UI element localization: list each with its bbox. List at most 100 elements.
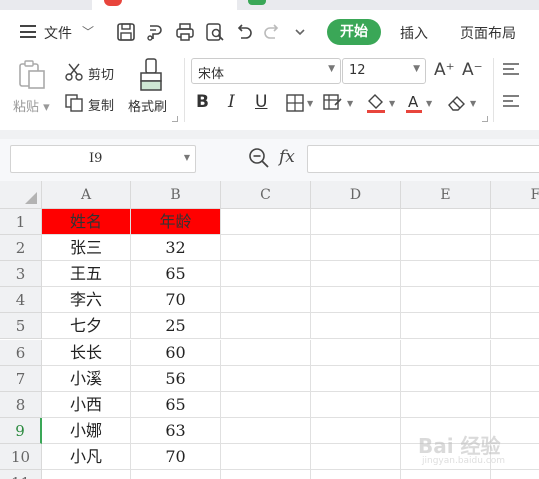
cell-a5[interactable]: 七夕 [42,313,131,340]
cell-f5[interactable] [491,313,539,340]
cell-b10[interactable]: 70 [131,443,221,470]
row-header-5[interactable]: 5 [0,313,42,340]
cell-a4[interactable]: 李六 [42,287,131,314]
cell-e8[interactable] [401,391,491,418]
eraser-icon[interactable] [447,94,467,112]
cell-d8[interactable] [311,391,401,418]
column-header-b[interactable]: B [131,181,221,209]
align-left-icon[interactable] [502,94,520,108]
cell-d7[interactable] [311,365,401,392]
cut-button[interactable]: 剪切 [88,64,114,83]
bold-button[interactable]: B [196,92,209,114]
cell-b8[interactable]: 65 [131,391,221,418]
tab-insert[interactable]: 插入 [400,23,428,43]
cell-a9[interactable]: 小娜 [42,417,131,444]
cell-b9[interactable]: 63 [131,417,221,444]
cell-a7[interactable]: 小溪 [42,365,131,392]
cell-a2[interactable]: 张三 [42,235,131,262]
format-painter-button[interactable]: 格式刷 [128,96,167,115]
cell-d1[interactable] [311,209,401,236]
cell-c10[interactable] [221,443,311,470]
cell-a3[interactable]: 王五 [42,261,131,288]
cell-d4[interactable] [311,287,401,314]
name-box[interactable]: I9 ▼ [10,145,196,173]
cell-c7[interactable] [221,365,311,392]
font-grow-button[interactable]: A⁺ [434,60,455,80]
file-menu[interactable]: 文件 [44,23,72,43]
cell-e7[interactable] [401,365,491,392]
chevron-down-icon[interactable]: ▼ [389,99,395,108]
select-all-corner[interactable] [0,181,42,209]
clipboard-dialog-launcher[interactable] [172,116,178,122]
italic-button[interactable]: I [228,92,235,114]
font-color-icon[interactable]: A [405,92,423,114]
row-header-4[interactable]: 4 [0,287,42,314]
fill-color-icon[interactable] [366,92,386,114]
column-header-f[interactable]: F [491,181,539,209]
cell-b2[interactable]: 32 [131,235,221,262]
cell-c1[interactable] [221,209,311,236]
cell-d5[interactable] [311,313,401,340]
row-header-6[interactable]: 6 [0,339,42,366]
hamburger-menu-icon[interactable] [20,25,36,38]
cell-b6[interactable]: 60 [131,339,221,366]
cell-b4[interactable]: 70 [131,287,221,314]
chevron-down-icon[interactable]: ▼ [307,99,313,108]
row-header-8[interactable]: 8 [0,391,42,418]
cell-c2[interactable] [221,235,311,262]
print-preview-icon[interactable] [205,22,225,42]
cell-c3[interactable] [221,261,311,288]
save-cloud-icon[interactable] [146,22,166,42]
underline-button[interactable]: U [255,92,267,114]
copy-button[interactable]: 复制 [88,95,114,114]
scissors-icon[interactable] [65,63,83,81]
chevron-down-icon[interactable]: ▼ [470,99,476,108]
font-shrink-button[interactable]: A⁻ [462,60,483,80]
column-header-d[interactable]: D [311,181,401,209]
row-header-9[interactable]: 9 [0,417,42,444]
cell-b7[interactable]: 56 [131,365,221,392]
zoom-search-icon[interactable] [248,147,270,169]
chevron-down-icon[interactable]: ▼ [426,99,432,108]
font-size-select[interactable]: 12 ▼ [342,58,426,84]
cell-c8[interactable] [221,391,311,418]
copy-icon[interactable] [65,94,83,112]
insert-function-button[interactable]: fx [279,147,295,167]
tab-start[interactable]: 开始 [327,19,381,45]
cell-f1[interactable] [491,209,539,236]
cell-a11[interactable] [42,470,131,479]
cell-c6[interactable] [221,339,311,366]
cell-e5[interactable] [401,313,491,340]
row-header-7[interactable]: 7 [0,365,42,392]
cell-a1[interactable]: 姓名 [42,209,131,236]
cell-c4[interactable] [221,287,311,314]
cell-e3[interactable] [401,261,491,288]
paste-icon[interactable] [17,60,47,90]
more-icon[interactable] [290,22,310,42]
cell-e2[interactable] [401,235,491,262]
paste-button[interactable]: 粘贴 ▾ [13,96,50,115]
cell-d11[interactable] [311,470,401,479]
cell-d6[interactable] [311,339,401,366]
cell-f7[interactable] [491,366,539,392]
cell-d10[interactable] [311,443,401,470]
cell-d9[interactable] [311,417,401,444]
cell-e11[interactable] [401,470,491,479]
font-dialog-launcher[interactable] [482,116,488,122]
cell-f4[interactable] [491,287,539,314]
formula-input[interactable] [307,145,539,173]
cell-f6[interactable] [491,340,539,366]
row-header-10[interactable]: 10 [0,443,42,470]
cell-f11[interactable] [491,470,539,479]
row-header-11[interactable]: 11 [0,470,42,479]
align-top-icon[interactable] [502,62,520,76]
cell-b3[interactable]: 65 [131,261,221,288]
redo-icon[interactable] [262,22,282,42]
undo-icon[interactable] [234,22,254,42]
row-header-1[interactable]: 1 [0,209,42,236]
font-name-select[interactable]: 宋体 ▼ [191,58,341,84]
cell-a8[interactable]: 小西 [42,391,131,418]
cell-b11[interactable] [131,470,221,479]
cell-c5[interactable] [221,313,311,340]
cell-e6[interactable] [401,339,491,366]
